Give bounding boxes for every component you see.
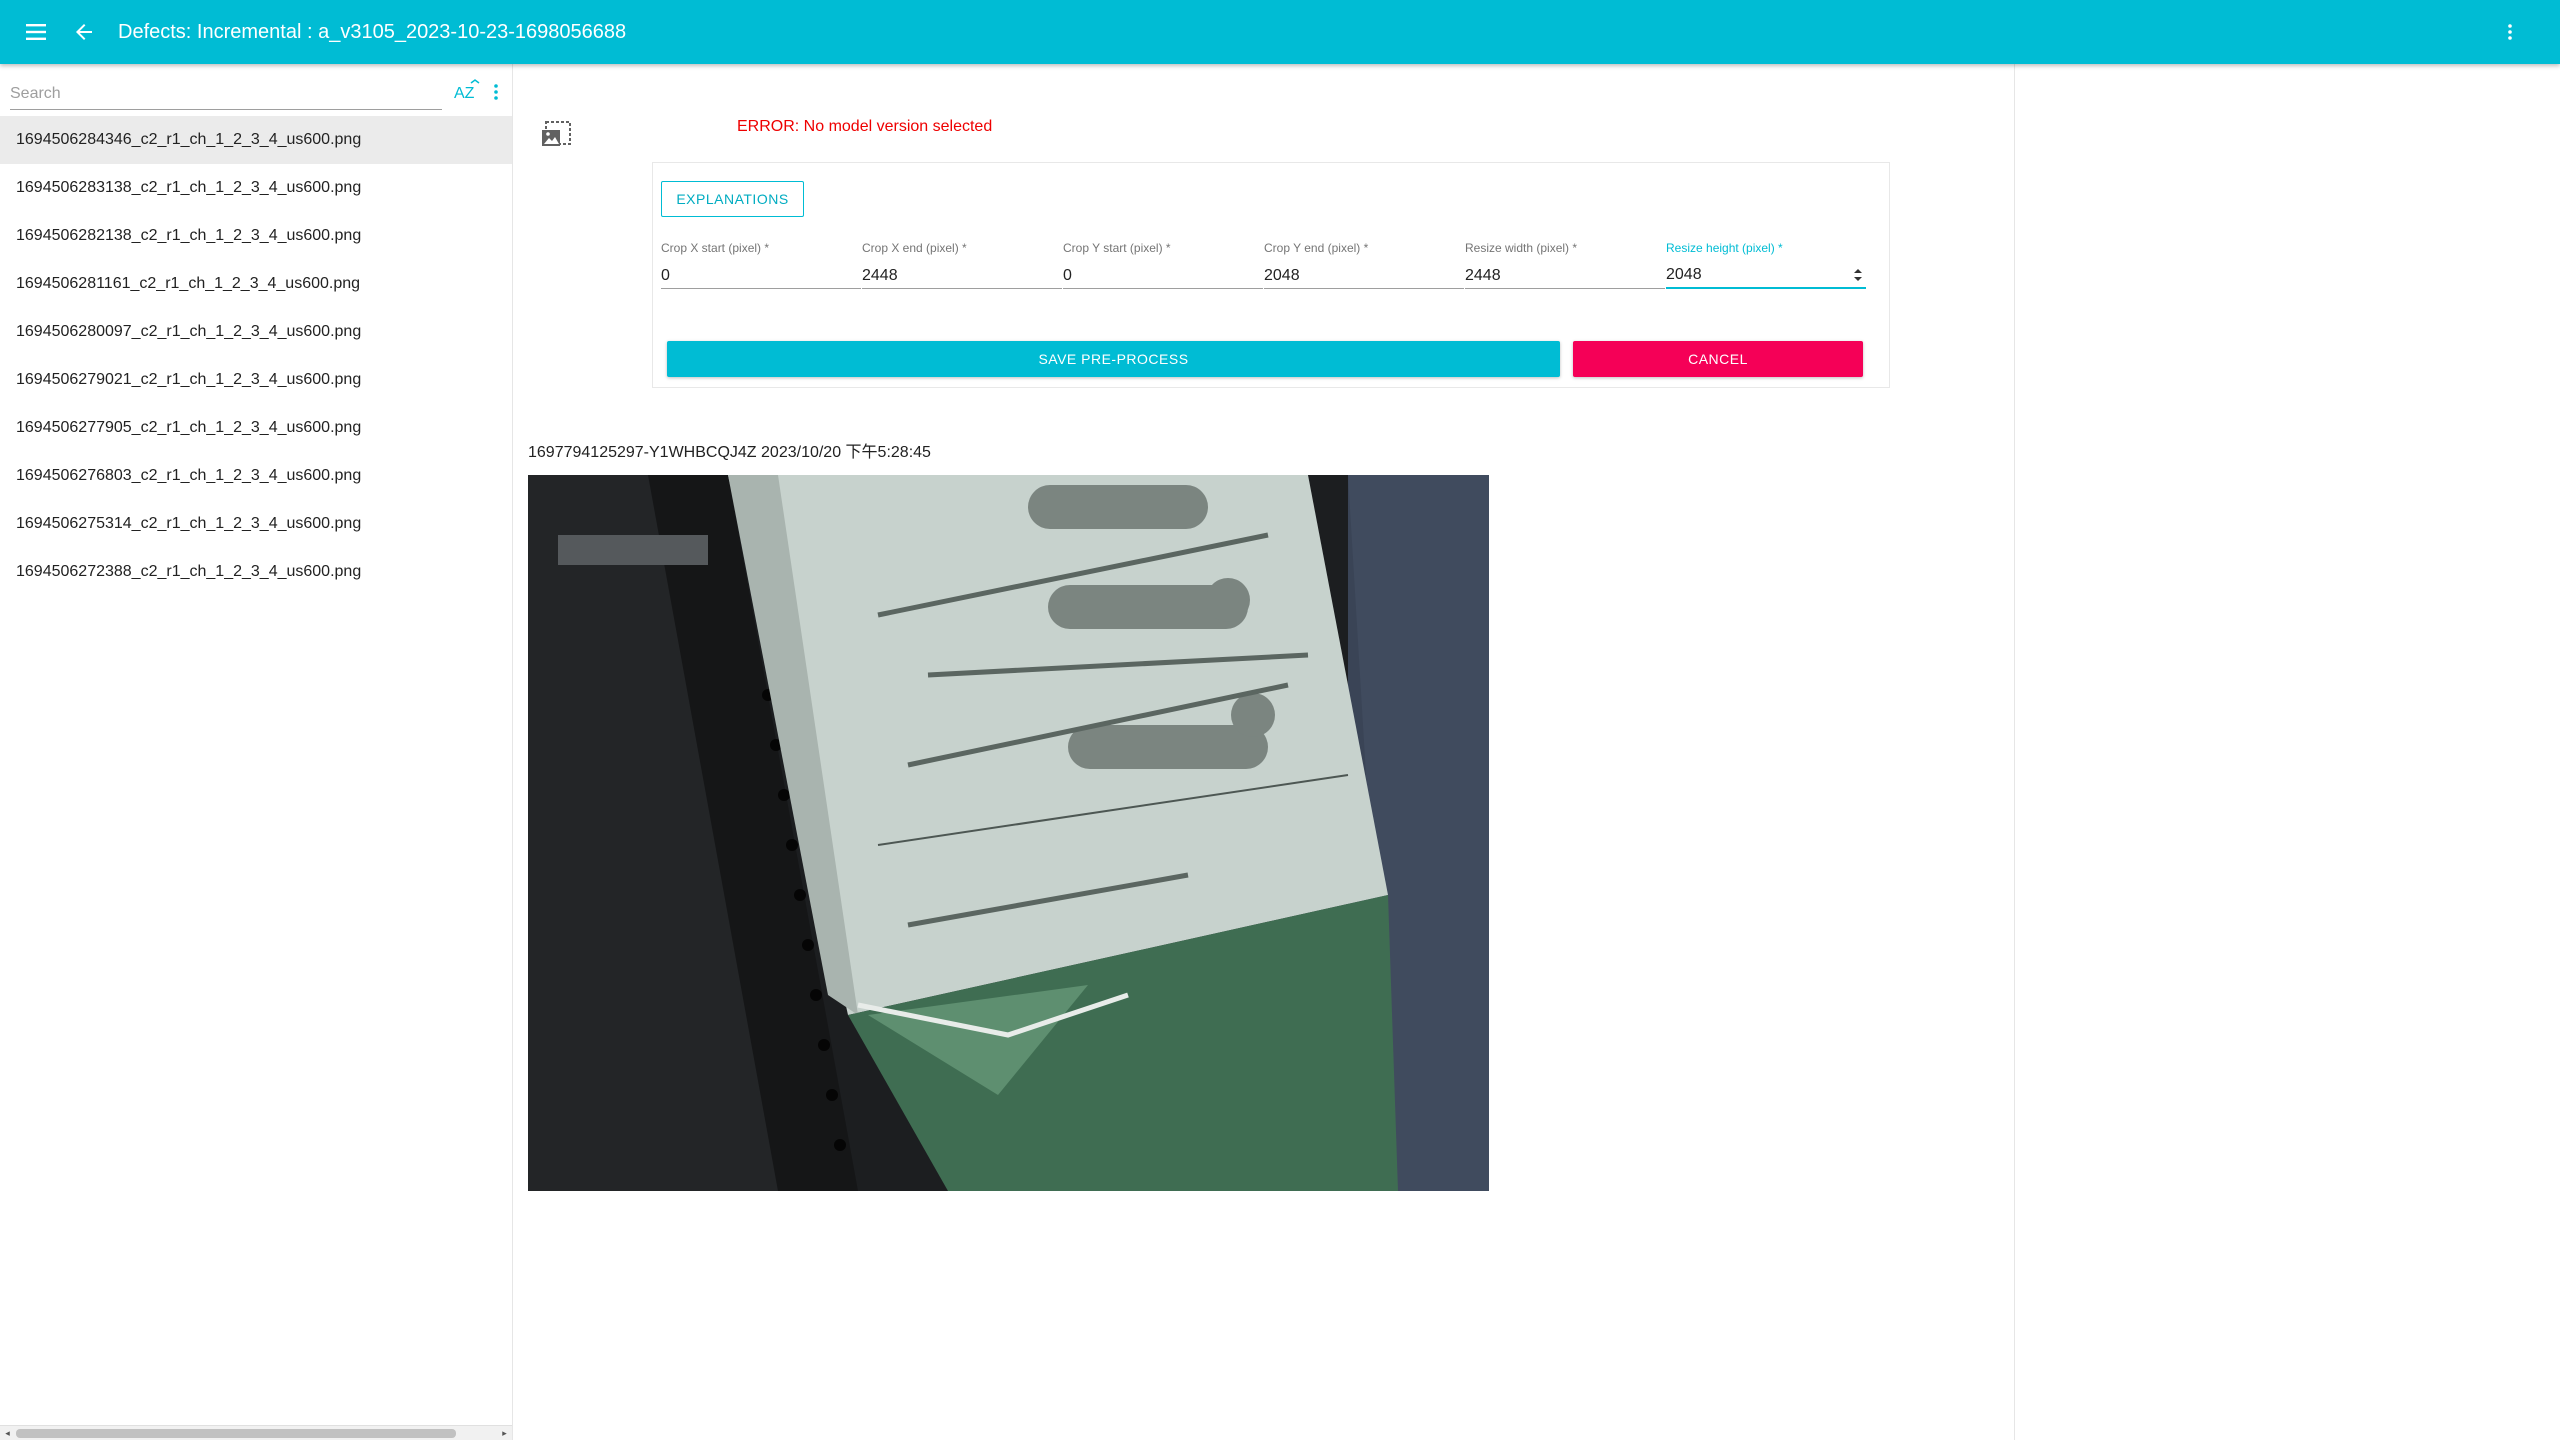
- field-label: Crop Y start (pixel) *: [1063, 241, 1171, 255]
- field-label: Crop X end (pixel) *: [862, 241, 967, 255]
- crop-y-end-field: Crop Y end (pixel) *: [1264, 241, 1464, 289]
- list-item[interactable]: 1694506282138_c2_r1_ch_1_2_3_4_us600.png: [0, 212, 512, 260]
- file-list: 1694506284346_c2_r1_ch_1_2_3_4_us600.png…: [0, 116, 512, 596]
- scrollbar-thumb[interactable]: [16, 1429, 456, 1438]
- page-title: Defects: Incremental : a_v3105_2023-10-2…: [118, 21, 627, 43]
- scroll-left-icon[interactable]: ◂: [0, 1426, 15, 1441]
- resize-height-field: Resize height (pixel) *: [1666, 241, 1866, 289]
- field-label: Crop Y end (pixel) *: [1264, 241, 1369, 255]
- search-input[interactable]: [10, 74, 442, 108]
- crop-y-end-input[interactable]: [1264, 263, 1464, 289]
- save-preprocess-button[interactable]: SAVE PRE-PROCESS: [667, 341, 1560, 377]
- list-item[interactable]: 1694506277905_c2_r1_ch_1_2_3_4_us600.png: [0, 404, 512, 452]
- list-item[interactable]: 1694506280097_c2_r1_ch_1_2_3_4_us600.png: [0, 308, 512, 356]
- crop-y-start-input[interactable]: [1063, 263, 1263, 289]
- crop-x-end-field: Crop X end (pixel) *: [862, 241, 1062, 289]
- crop-y-start-field: Crop Y start (pixel) *: [1063, 241, 1263, 289]
- main-panel: ERROR: No model version selected EXPLANA…: [514, 64, 2014, 1440]
- list-item[interactable]: 1694506281161_c2_r1_ch_1_2_3_4_us600.png: [0, 260, 512, 308]
- explanations-button[interactable]: EXPLANATIONS: [661, 181, 804, 217]
- crop-x-start-input[interactable]: [661, 263, 861, 289]
- resize-width-input[interactable]: [1465, 263, 1665, 289]
- list-item[interactable]: 1694506276803_c2_r1_ch_1_2_3_4_us600.png: [0, 452, 512, 500]
- menu-icon[interactable]: [12, 8, 60, 56]
- search-field: [10, 74, 442, 110]
- field-label: Crop X start (pixel) *: [661, 241, 770, 255]
- panel-divider: [2014, 64, 2015, 1440]
- field-label: Resize width (pixel) *: [1465, 241, 1578, 255]
- crop-x-end-input[interactable]: [862, 263, 1062, 289]
- image-caption: 1697794125297-Y1WHBCQJ4Z 2023/10/20 下午5:…: [528, 444, 931, 461]
- list-item[interactable]: 1694506272388_c2_r1_ch_1_2_3_4_us600.png: [0, 548, 512, 596]
- resize-height-input[interactable]: [1666, 263, 1866, 289]
- cancel-button[interactable]: CANCEL: [1573, 341, 1863, 377]
- error-message: ERROR: No model version selected: [737, 118, 993, 135]
- more-vert-icon[interactable]: [2486, 8, 2534, 56]
- crop-image-icon[interactable]: [540, 118, 576, 150]
- preprocess-card: EXPLANATIONS Crop X start (pixel) * Crop…: [652, 162, 1890, 388]
- horizontal-scrollbar[interactable]: ◂ ▸: [0, 1425, 512, 1440]
- list-item[interactable]: 1694506284346_c2_r1_ch_1_2_3_4_us600.png: [0, 116, 512, 164]
- number-spinner-icon[interactable]: [1852, 265, 1864, 285]
- arrow-back-icon[interactable]: [60, 8, 108, 56]
- list-more-vert-icon[interactable]: [486, 78, 506, 106]
- list-item[interactable]: 1694506283138_c2_r1_ch_1_2_3_4_us600.png: [0, 164, 512, 212]
- defect-image: [528, 475, 1489, 1191]
- list-item[interactable]: 1694506275314_c2_r1_ch_1_2_3_4_us600.png: [0, 500, 512, 548]
- crop-x-start-field: Crop X start (pixel) *: [661, 241, 861, 289]
- file-sidebar: AZ 1694506284346_c2_r1_ch_1_2_3_4_us600.…: [0, 64, 513, 1440]
- app-bar: Defects: Incremental : a_v3105_2023-10-2…: [0, 0, 2560, 64]
- svg-text:AZ: AZ: [454, 85, 475, 102]
- sort-az-icon[interactable]: AZ: [452, 78, 482, 106]
- list-item[interactable]: 1694506279021_c2_r1_ch_1_2_3_4_us600.png: [0, 356, 512, 404]
- field-label: Resize height (pixel) *: [1666, 241, 1783, 255]
- scroll-right-icon[interactable]: ▸: [497, 1426, 512, 1441]
- resize-width-field: Resize width (pixel) *: [1465, 241, 1665, 289]
